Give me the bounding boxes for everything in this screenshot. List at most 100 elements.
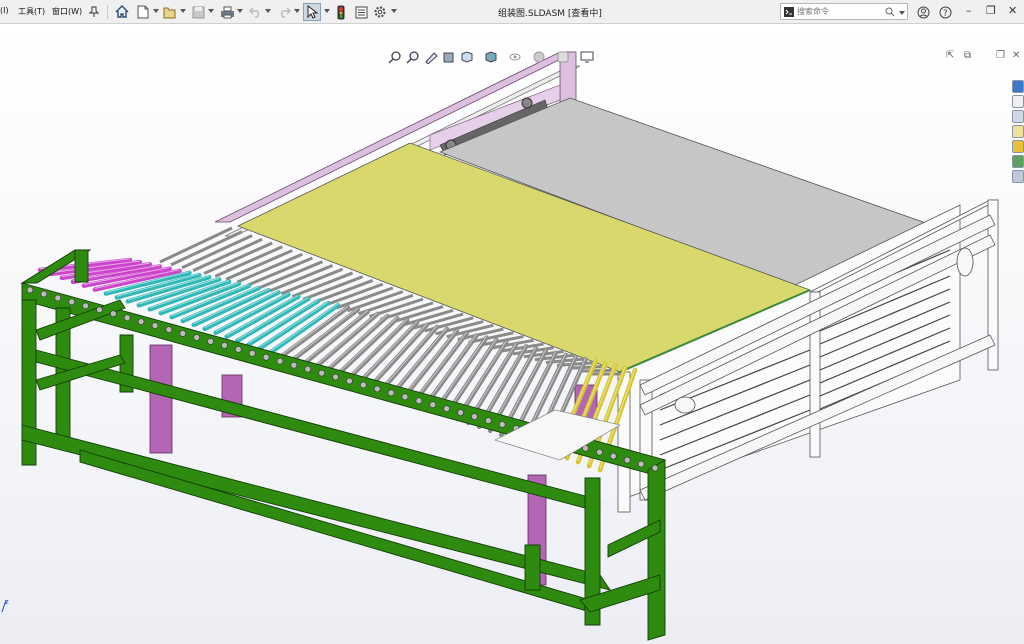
close-icon[interactable]: ✕ — [1008, 4, 1017, 17]
bolt-hole — [401, 393, 409, 401]
bolt-hole — [623, 456, 631, 464]
rear-roller[interactable] — [214, 245, 283, 278]
account-icon[interactable] — [914, 3, 932, 21]
rear-roller[interactable] — [578, 368, 614, 373]
bolt-hole — [346, 377, 353, 385]
rear-roller[interactable] — [203, 241, 273, 275]
bolt-hole — [68, 298, 75, 306]
bolt-hole — [26, 286, 34, 294]
save-dropdown-arrow[interactable] — [208, 9, 214, 13]
toolbar: (I) 工具(T) 窗口(W) 组装图.SLDASM [查看中] 搜索命令 ? … — [0, 0, 1024, 24]
display-style-icon[interactable] — [484, 50, 498, 64]
bolt-hole — [82, 302, 89, 310]
section-view-icon[interactable] — [442, 50, 456, 64]
search-icon[interactable] — [885, 7, 895, 17]
restore-icon[interactable]: ❐ — [986, 4, 996, 17]
redo-dropdown-arrow[interactable] — [294, 9, 300, 13]
previous-view-icon[interactable] — [424, 50, 438, 65]
appearances-icon[interactable] — [1012, 155, 1024, 168]
file-explorer-icon[interactable] — [1012, 125, 1024, 138]
menu-tools[interactable]: 工具(T) — [18, 6, 45, 17]
bolt-hole — [373, 385, 381, 393]
bolt-hole — [54, 294, 62, 302]
bolt-hole — [651, 464, 659, 472]
bolt-hole — [457, 409, 464, 416]
bolt-hole — [221, 342, 228, 349]
rear-roller[interactable] — [181, 234, 253, 270]
viewport-minimize-icon[interactable]: ⇱ — [946, 50, 954, 61]
bolt-hole — [96, 306, 103, 314]
bolt-hole — [193, 334, 200, 341]
bolt-hole — [235, 346, 242, 353]
scene-icon[interactable] — [556, 50, 570, 64]
search-box[interactable] — [780, 3, 908, 20]
redo-icon[interactable] — [275, 3, 293, 21]
bolt-hole — [332, 373, 339, 381]
assembly-model[interactable]: z — [0, 24, 1024, 644]
bolt-hole — [165, 326, 173, 333]
bolt-hole — [290, 361, 298, 369]
home-icon[interactable] — [113, 3, 131, 21]
home-pane-icon[interactable] — [1012, 95, 1024, 108]
bolt-hole — [276, 357, 284, 365]
bolt-hole — [387, 389, 395, 397]
viewport-restore-icon[interactable]: ❐ — [996, 50, 1005, 61]
bolt-hole — [123, 314, 131, 321]
rear-roller[interactable] — [247, 256, 313, 287]
hide-show-icon[interactable] — [508, 50, 522, 64]
bolt-hole — [137, 318, 145, 325]
viewport-close-icon[interactable]: ✕ — [1012, 50, 1020, 61]
rear-roller[interactable] — [192, 237, 263, 272]
coordinate-triad: z — [1, 598, 9, 613]
appearance-icon[interactable] — [532, 50, 546, 64]
graphics-area[interactable]: z ⇱ ⧉ ❐ ✕ — [0, 24, 1024, 644]
bolt-hole — [498, 421, 506, 428]
design-library-icon[interactable] — [1012, 110, 1024, 123]
bolt-hole — [415, 397, 423, 405]
search-dropdown-arrow[interactable] — [899, 11, 905, 15]
settings-dropdown-arrow[interactable] — [391, 9, 397, 13]
open-dropdown-arrow[interactable] — [180, 9, 186, 13]
view-palette-icon[interactable] — [1012, 140, 1024, 153]
menu-partial[interactable]: (I) — [0, 6, 9, 15]
bolt-hole — [596, 448, 603, 456]
new-dropdown-arrow[interactable] — [153, 9, 159, 13]
search-input[interactable] — [797, 7, 885, 16]
bolt-hole — [179, 330, 187, 337]
viewport-tile-icon[interactable]: ⧉ — [964, 50, 971, 61]
bolt-hole — [360, 381, 367, 389]
separator — [107, 5, 108, 19]
traffic-light-icon[interactable] — [332, 3, 350, 21]
svg-text:?: ? — [943, 9, 948, 19]
bolt-hole — [110, 310, 117, 318]
undo-icon[interactable] — [246, 3, 264, 21]
select-dropdown-arrow[interactable] — [324, 9, 330, 13]
pin-icon[interactable] — [85, 3, 103, 21]
save-icon[interactable] — [189, 3, 207, 21]
help-icon[interactable]: ? — [936, 3, 954, 21]
custom-properties-icon[interactable] — [1012, 170, 1024, 183]
menu-window[interactable]: 窗口(W) — [52, 6, 82, 17]
bolt-hole — [471, 413, 478, 420]
view-orientation-icon[interactable] — [460, 50, 474, 64]
settings-gear-icon[interactable] — [371, 3, 389, 21]
new-document-icon[interactable] — [134, 3, 152, 21]
rear-roller[interactable] — [236, 252, 303, 284]
rear-roller[interactable] — [225, 249, 293, 281]
open-icon[interactable] — [161, 3, 179, 21]
options-list-icon[interactable] — [352, 3, 370, 21]
print-dropdown-arrow[interactable] — [237, 9, 243, 13]
bolt-hole — [262, 353, 270, 361]
view-settings-icon[interactable] — [580, 50, 594, 64]
undo-dropdown-arrow[interactable] — [265, 9, 271, 13]
zoom-area-icon[interactable] — [406, 50, 420, 64]
print-icon[interactable] — [218, 3, 236, 21]
resources-icon[interactable] — [1012, 80, 1024, 93]
bolt-hole — [248, 349, 256, 357]
bolt-hole — [610, 452, 617, 460]
select-cursor-icon[interactable] — [303, 3, 321, 21]
triad-z-label: z — [5, 598, 9, 606]
minimize-icon[interactable]: – — [966, 4, 972, 17]
bolt-hole — [318, 369, 325, 377]
zoom-to-fit-icon[interactable] — [388, 50, 402, 64]
